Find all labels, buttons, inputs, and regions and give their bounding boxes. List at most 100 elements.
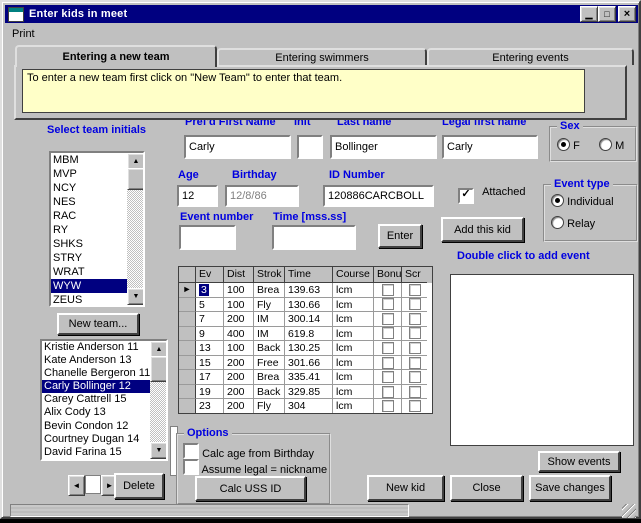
grid-cell[interactable]: 200 xyxy=(224,370,254,385)
menu-print[interactable]: Print xyxy=(9,27,38,41)
calc-uss-id-button[interactable]: Calc USS ID xyxy=(195,476,306,501)
grid-cell[interactable]: 304 xyxy=(285,399,333,413)
grid-cell[interactable]: 300.14 xyxy=(285,312,333,327)
scratch-checkbox[interactable] xyxy=(408,400,421,413)
row-selector-cell[interactable] xyxy=(179,355,196,371)
grid-row[interactable]: 9 400 IM 619.8 lcm xyxy=(179,326,432,342)
new-kid-button[interactable]: New kid xyxy=(367,475,444,501)
list-item[interactable]: Bevin Condon 12 xyxy=(42,420,150,433)
attached-checkbox[interactable]: ✓ xyxy=(458,188,474,204)
scratch-checkbox[interactable] xyxy=(408,371,421,384)
bonus-checkbox[interactable] xyxy=(381,327,394,340)
list-item[interactable]: RAC xyxy=(51,209,127,223)
team-initials-listbox[interactable]: MBM MVP NCY NES RAC RY SHKS STRY WRAT WYW ZEUS ▲ ▼ xyxy=(49,151,145,307)
row-selector-cell[interactable] xyxy=(179,341,196,356)
grid-cell[interactable]: 139.63 xyxy=(285,283,333,298)
new-team-button[interactable]: New team... xyxy=(57,313,139,335)
last-name-field[interactable] xyxy=(330,135,437,159)
grid-cell[interactable]: Brea xyxy=(254,283,285,298)
grid-cell[interactable]: IM xyxy=(254,326,285,342)
grid-row[interactable]: 17 200 Brea 335.41 lcm xyxy=(179,370,432,385)
grid-row[interactable]: 19 200 Back 329.85 lcm xyxy=(179,384,432,400)
events-grid[interactable]: Ev Dist Strok Time Course Bonu Scr ► 3 100 Brea 13… xyxy=(178,266,433,414)
grid-column-header[interactable]: Ev xyxy=(196,267,224,283)
list-item[interactable]: SHKS xyxy=(51,237,127,251)
grid-cell[interactable]: 335.41 xyxy=(285,370,333,385)
list-item[interactable]: Alix Cody 13 xyxy=(42,406,150,419)
list-item[interactable]: Kate Anderson 13 xyxy=(42,354,150,367)
scratch-checkbox[interactable] xyxy=(408,298,421,311)
grid-row[interactable]: 15 200 Free 301.66 lcm xyxy=(179,355,432,371)
list-item[interactable]: MBM xyxy=(51,153,127,167)
list-item[interactable]: WYW xyxy=(51,279,127,293)
row-selector-cell[interactable] xyxy=(179,399,196,413)
scrollbar-thumb[interactable] xyxy=(127,168,143,190)
bonus-checkbox[interactable] xyxy=(381,356,394,369)
grid-cell[interactable]: lcm xyxy=(333,341,374,356)
grid-cell[interactable]: 100 xyxy=(224,297,254,313)
grid-cell[interactable]: 329.85 xyxy=(285,384,333,400)
show-events-button[interactable]: Show events xyxy=(538,451,620,472)
resize-grip-icon[interactable] xyxy=(622,504,636,518)
add-this-kid-button[interactable]: Add this kid xyxy=(441,217,524,242)
grid-cell[interactable]: 200 xyxy=(224,384,254,400)
meet-events-listbox[interactable] xyxy=(450,274,634,446)
scratch-checkbox[interactable] xyxy=(408,312,421,325)
bonus-checkbox[interactable] xyxy=(381,400,394,413)
assume-legal-checkbox[interactable] xyxy=(183,459,199,475)
list-item[interactable]: Carly Bollinger 12 xyxy=(42,380,150,394)
scratch-checkbox[interactable] xyxy=(408,327,421,340)
grid-column-header[interactable]: Time xyxy=(285,267,333,283)
grid-cell[interactable]: lcm xyxy=(333,355,374,371)
close-button[interactable]: Close xyxy=(450,475,523,501)
grid-row[interactable]: 5 100 Fly 130.66 lcm xyxy=(179,297,432,313)
spin-left-icon[interactable]: ◄ xyxy=(68,475,85,496)
individual-radio[interactable] xyxy=(551,194,564,207)
grid-cell[interactable]: Fly xyxy=(254,297,285,313)
grid-row[interactable]: ► 3 100 Brea 139.63 lcm xyxy=(179,283,432,298)
swimmers-listbox[interactable]: Kristie Anderson 11 Kate Anderson 13 Chane… xyxy=(40,339,168,461)
tab-entering-a-new-team[interactable]: Entering a new team xyxy=(15,45,217,67)
list-item[interactable]: Courtney Dugan 14 xyxy=(42,433,150,446)
grid-cell[interactable]: 130.25 xyxy=(285,341,333,356)
legal-first-name-field[interactable] xyxy=(442,135,538,159)
grid-cell[interactable]: lcm xyxy=(333,399,374,413)
row-selector-cell[interactable] xyxy=(179,384,196,400)
grid-row[interactable]: 7 200 IM 300.14 lcm xyxy=(179,312,432,327)
row-selector-cell[interactable] xyxy=(179,297,196,313)
list-item[interactable]: David Farina 15 xyxy=(42,446,150,459)
swimmer-list-scrollbar[interactable]: ▲ ▼ xyxy=(150,341,166,459)
delete-button[interactable]: Delete xyxy=(114,473,164,499)
grid-cell[interactable]: 9 xyxy=(196,326,224,342)
scratch-checkbox[interactable] xyxy=(408,341,421,354)
tab-entering-swimmers[interactable]: Entering swimmers xyxy=(217,48,427,65)
scroll-down-icon[interactable]: ▼ xyxy=(150,442,166,459)
grid-cell[interactable]: Back xyxy=(254,384,285,400)
grid-cell[interactable]: IM xyxy=(254,312,285,327)
list-item[interactable]: NCY xyxy=(51,181,127,195)
list-item[interactable]: RY xyxy=(51,223,127,237)
time-field[interactable] xyxy=(272,225,356,250)
scratch-checkbox[interactable] xyxy=(408,283,421,296)
grid-cell[interactable]: lcm xyxy=(333,283,374,298)
grid-cell[interactable]: 5 xyxy=(196,297,224,313)
scratch-checkbox[interactable] xyxy=(408,385,421,398)
grid-cell[interactable]: Brea xyxy=(254,370,285,385)
grid-cell[interactable]: lcm xyxy=(333,297,374,313)
enter-button[interactable]: Enter xyxy=(378,224,422,248)
scroll-down-icon[interactable]: ▼ xyxy=(127,288,143,305)
prefd-first-name-field[interactable] xyxy=(184,135,291,159)
grid-column-header[interactable]: Bonu xyxy=(374,267,402,283)
title-bar[interactable]: Enter kids in meet ▁ □ × xyxy=(5,5,638,23)
save-changes-button[interactable]: Save changes xyxy=(529,475,611,501)
grid-cell[interactable]: 13 xyxy=(196,341,224,356)
bonus-checkbox[interactable] xyxy=(381,371,394,384)
relay-radio[interactable] xyxy=(551,216,564,229)
grid-cell[interactable]: 15 xyxy=(196,355,224,371)
grid-cell[interactable]: 100 xyxy=(224,283,254,298)
close-icon[interactable]: × xyxy=(618,6,636,22)
sex-female-radio[interactable] xyxy=(557,138,570,151)
grid-cell[interactable]: 200 xyxy=(224,355,254,371)
grid-cell[interactable]: 100 xyxy=(224,341,254,356)
grid-cell[interactable]: 400 xyxy=(224,326,254,342)
